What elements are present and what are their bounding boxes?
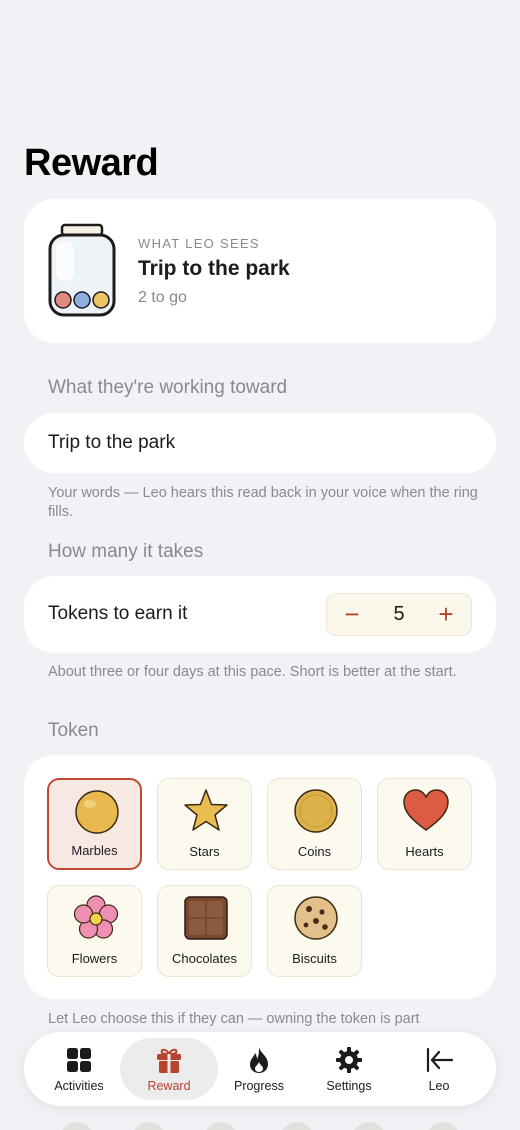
exit-arrow-icon (426, 1047, 453, 1073)
count-section-label: How many it takes (48, 541, 204, 562)
token-option-stars[interactable]: Stars (157, 778, 252, 870)
flower-icon (73, 895, 119, 939)
token-label: Hearts (405, 844, 444, 859)
token-option-coins[interactable]: Coins (267, 778, 362, 870)
scrolled-content-peek (0, 1122, 520, 1130)
tab-progress[interactable]: Progress (210, 1038, 308, 1100)
tab-bar: Activities Reward Progress Settings Leo (24, 1032, 496, 1106)
preview-eyebrow: WHAT LEO SEES (138, 236, 260, 251)
token-helper-text: Let Leo choose this if they can — owning… (48, 1011, 420, 1027)
biscuit-icon (294, 896, 338, 940)
preview-remaining: 2 to go (138, 289, 187, 306)
decrement-button[interactable]: − (329, 594, 375, 635)
heart-icon (403, 789, 449, 831)
tab-activities[interactable]: Activities (30, 1038, 128, 1100)
token-option-marbles[interactable]: Marbles (47, 778, 142, 870)
page-title: Reward (24, 142, 159, 184)
token-option-hearts[interactable]: Hearts (377, 778, 472, 870)
goal-helper-text: Your words — Leo hears this read back in… (48, 485, 478, 520)
token-count-value: 5 (393, 603, 405, 625)
token-label: Stars (189, 844, 220, 859)
tab-leo[interactable]: Leo (390, 1038, 488, 1100)
gift-icon (157, 1048, 181, 1073)
token-count-stepper: − 5 + (326, 593, 472, 636)
token-label: Marbles (71, 843, 118, 858)
token-count-label: Tokens to earn it (48, 603, 188, 624)
token-label: Coins (297, 844, 332, 859)
token-label: Flowers (71, 951, 118, 966)
gear-icon (336, 1047, 362, 1073)
tab-reward[interactable]: Reward (120, 1038, 218, 1100)
token-section-label: Token (48, 720, 99, 741)
token-picker-card: Marbles Stars Coins Hearts Flowers Choco… (24, 755, 496, 999)
star-icon (184, 789, 228, 831)
chocolate-icon (184, 896, 228, 940)
tab-label: Progress (233, 1079, 285, 1093)
count-helper-text: About three or four days at this pace. S… (48, 664, 457, 680)
token-option-chocolates[interactable]: Chocolates (157, 885, 252, 977)
jar-icon (48, 223, 116, 317)
tab-label: Reward (147, 1079, 191, 1093)
tab-settings[interactable]: Settings (300, 1038, 398, 1100)
token-option-flowers[interactable]: Flowers (47, 885, 142, 977)
tab-label: Activities (54, 1079, 104, 1093)
increment-button[interactable]: + (423, 594, 469, 635)
marble-icon (75, 790, 119, 834)
flame-icon (250, 1047, 268, 1073)
tab-label: Leo (428, 1079, 450, 1093)
token-count-card: Tokens to earn it − 5 + (24, 576, 496, 653)
tab-label: Settings (326, 1079, 372, 1093)
token-label: Chocolates (171, 951, 238, 966)
grid-icon (67, 1048, 91, 1072)
goal-section-label: What they're working toward (48, 377, 288, 398)
token-option-biscuits[interactable]: Biscuits (267, 885, 362, 977)
reward-preview-card: WHAT LEO SEES Trip to the park 2 to go (24, 199, 496, 343)
token-label: Biscuits (292, 951, 337, 966)
preview-reward-title: Trip to the park (138, 257, 290, 280)
coin-icon (294, 789, 338, 833)
reward-name-input[interactable]: Trip to the park (24, 413, 496, 473)
